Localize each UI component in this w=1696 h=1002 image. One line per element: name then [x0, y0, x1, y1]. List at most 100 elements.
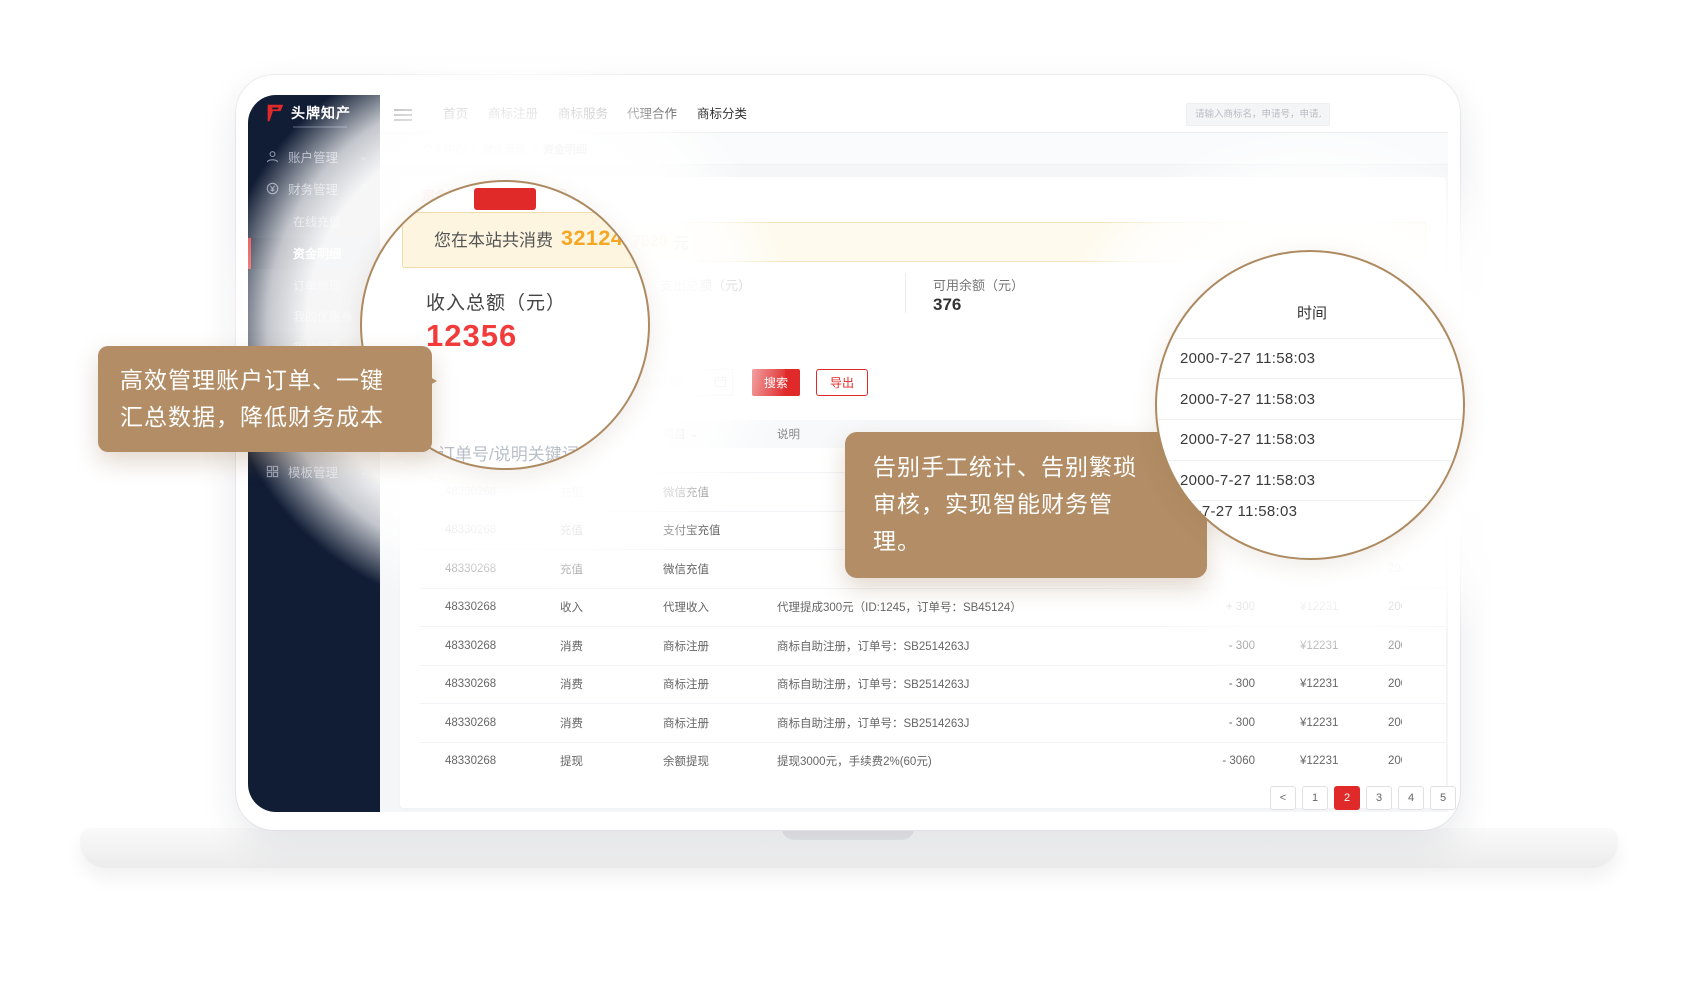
- tooltip-smart-finance: 告别手工统计、告别繁琐 审核，实现智能财务管 理。: [845, 432, 1207, 578]
- magnified-time-value: 2000-7-27 11:58:03: [1180, 431, 1315, 448]
- sidebar-item-template[interactable]: 模板管理 ⌄: [248, 456, 380, 487]
- cell-desc: 商标自助注册，订单号：SB2514263J: [777, 704, 969, 742]
- cell-type: 提现: [560, 743, 583, 781]
- nav-trademark-class[interactable]: 商标分类: [697, 102, 747, 126]
- magnified-income-label: 收入总额（元）: [426, 288, 566, 315]
- cell-order: 48330268: [445, 473, 496, 511]
- magnified-time-value: 2000-7-27 11:58:03: [1180, 391, 1315, 408]
- cell-balance: ¥12231: [1300, 704, 1338, 742]
- cell-time: 2000-7-27 11:58:03: [1388, 666, 1402, 704]
- tooltip-text: 高效管理账户订单、一键: [120, 362, 410, 399]
- magnified-banner-amount: 32124: [561, 226, 623, 251]
- cell-desc: 提现3000元，手续费2%(60元): [777, 743, 932, 781]
- chevron-down-icon: ⌄: [359, 465, 368, 478]
- sidebar-sub-label: 在线充值: [293, 213, 341, 230]
- breadcrumb-item[interactable]: 财务管理: [482, 144, 526, 156]
- cell-type: 充值: [560, 473, 583, 511]
- magnified-red-tab: [474, 188, 536, 210]
- table-row[interactable]: 48330268 消费 商标注册 商标自助注册，订单号：SB2514263J -…: [420, 703, 1446, 742]
- tooltip-text: 告别手工统计、告别繁琐: [873, 449, 1179, 486]
- cell-desc: 商标自助注册，订单号：SB2514263J: [777, 627, 969, 665]
- pagination-page-4[interactable]: 4: [1398, 786, 1424, 810]
- cell-project: 代理收入: [663, 589, 709, 627]
- cell-type: 充值: [560, 512, 583, 550]
- cell-time: 2000-7-27 11:58:03: [1388, 743, 1402, 781]
- search-button[interactable]: 搜索: [752, 369, 800, 396]
- logo-tagline: [293, 126, 347, 128]
- pagination-page-5[interactable]: 5: [1430, 786, 1456, 810]
- finance-icon: [266, 182, 280, 195]
- cell-amount: - 300: [1140, 666, 1255, 704]
- stat-balance-value: 376: [933, 295, 961, 315]
- magnified-income-value: 12356: [426, 318, 517, 354]
- cell-amount: - 300: [1140, 704, 1255, 742]
- sidebar-item-order-mgmt[interactable]: 订单管理: [248, 270, 380, 301]
- calendar-icon[interactable]: [714, 375, 727, 393]
- sidebar-item-funds-detail[interactable]: 资金明细: [248, 238, 380, 269]
- chevron-down-icon: ⌄: [359, 150, 368, 163]
- table-row[interactable]: 48330268 收入 代理收入 代理提成300元（ID:1245，订单号：SB…: [420, 588, 1446, 627]
- cell-project: 余额提现: [663, 743, 709, 781]
- breadcrumb: 个人中心>财务管理>资金明细: [422, 141, 587, 157]
- cell-amount: - 3060: [1140, 743, 1255, 781]
- cell-time: 2000-7-27 11:58:03: [1388, 589, 1402, 627]
- template-icon: [266, 465, 280, 478]
- table-row[interactable]: 48330268 消费 商标注册 商标自助注册，订单号：SB2514263J -…: [420, 626, 1446, 665]
- magnified-row-divider: [1157, 378, 1465, 379]
- cell-type: 消费: [560, 627, 583, 665]
- cell-order: 48330268: [445, 743, 496, 781]
- sidebar-item-label: 财务管理: [288, 179, 338, 198]
- nav-trademark-register[interactable]: 商标注册: [488, 102, 538, 126]
- cell-amount: + 300: [1140, 589, 1255, 627]
- nav-home[interactable]: 首页: [443, 102, 468, 126]
- sidebar-item-finance[interactable]: 财务管理 ⌃: [248, 173, 380, 204]
- cell-balance: ¥12231: [1300, 666, 1338, 704]
- magnified-time-value: 2000-7-27 11:58:03: [1162, 503, 1297, 520]
- sidebar-item-account[interactable]: 账户管理 ⌄: [248, 141, 380, 172]
- cell-type: 消费: [560, 666, 583, 704]
- cell-balance: ¥12231: [1300, 627, 1338, 665]
- banner-unit: 元: [674, 232, 689, 253]
- table-row[interactable]: 48330268 提现 余额提现 提现3000元，手续费2%(60元) - 30…: [420, 742, 1446, 781]
- global-search-input[interactable]: [1186, 103, 1330, 126]
- cell-order: 48330268: [445, 589, 496, 627]
- sidebar-item-label: 账户管理: [288, 147, 338, 166]
- cell-order: 48330268: [445, 627, 496, 665]
- magnified-banner-text: 您在本站共消费 32124: [434, 226, 623, 251]
- cell-project: 支付宝充值: [663, 512, 721, 550]
- tooltip-text: 理。: [873, 523, 1179, 560]
- magnified-banner-prefix: 您在本站共消费: [434, 226, 553, 251]
- cell-project: 微信充值: [663, 473, 709, 511]
- pagination-page-3[interactable]: 3: [1366, 786, 1392, 810]
- col-desc: 说明: [777, 420, 800, 448]
- pagination-prev[interactable]: <: [1270, 786, 1296, 810]
- cell-order: 48330268: [445, 550, 496, 588]
- magnified-row-divider: [1157, 419, 1465, 420]
- tooltip-text: 汇总数据，降低财务成本: [120, 399, 410, 436]
- magnified-row-divider: [1157, 500, 1465, 501]
- breadcrumb-item[interactable]: 个人中心: [422, 144, 466, 156]
- export-button[interactable]: 导出: [816, 369, 868, 396]
- tooltip-text: 审核，实现智能财务管: [873, 486, 1179, 523]
- stat-divider: [905, 273, 906, 313]
- sidebar-sub-label: 资金明细: [293, 245, 341, 262]
- cell-desc: 商标自助注册，订单号：SB2514263J: [777, 666, 969, 704]
- cell-project: 商标注册: [663, 627, 709, 665]
- magnified-time-header: 时间: [1219, 302, 1405, 323]
- brand-flag-icon: [264, 102, 286, 124]
- sidebar-item-label: 模板管理: [288, 462, 338, 481]
- nav-agent-coop[interactable]: 代理合作: [627, 102, 677, 126]
- sidebar-item-online-recharge[interactable]: 在线充值: [248, 206, 380, 237]
- table-row[interactable]: 48330268 消费 商标注册 商标自助注册，订单号：SB2514263J -…: [420, 665, 1446, 704]
- cell-order: 48330268: [445, 666, 496, 704]
- cell-time: 2000-7-27 11:58:03: [1388, 704, 1402, 742]
- breadcrumb-current: 资金明细: [543, 144, 587, 156]
- sidebar-sub-label: 订单管理: [293, 277, 341, 294]
- col-project[interactable]: 项目⌄: [663, 420, 698, 448]
- pagination-page-1[interactable]: 1: [1302, 786, 1328, 810]
- pagination-page-2[interactable]: 2: [1334, 786, 1360, 810]
- nav-trademark-service[interactable]: 商标服务: [558, 102, 608, 126]
- hamburger-menu-icon[interactable]: [394, 109, 412, 121]
- cell-type: 消费: [560, 704, 583, 742]
- magnified-keyword-placeholder: 订单号/说明关键词: [438, 440, 579, 465]
